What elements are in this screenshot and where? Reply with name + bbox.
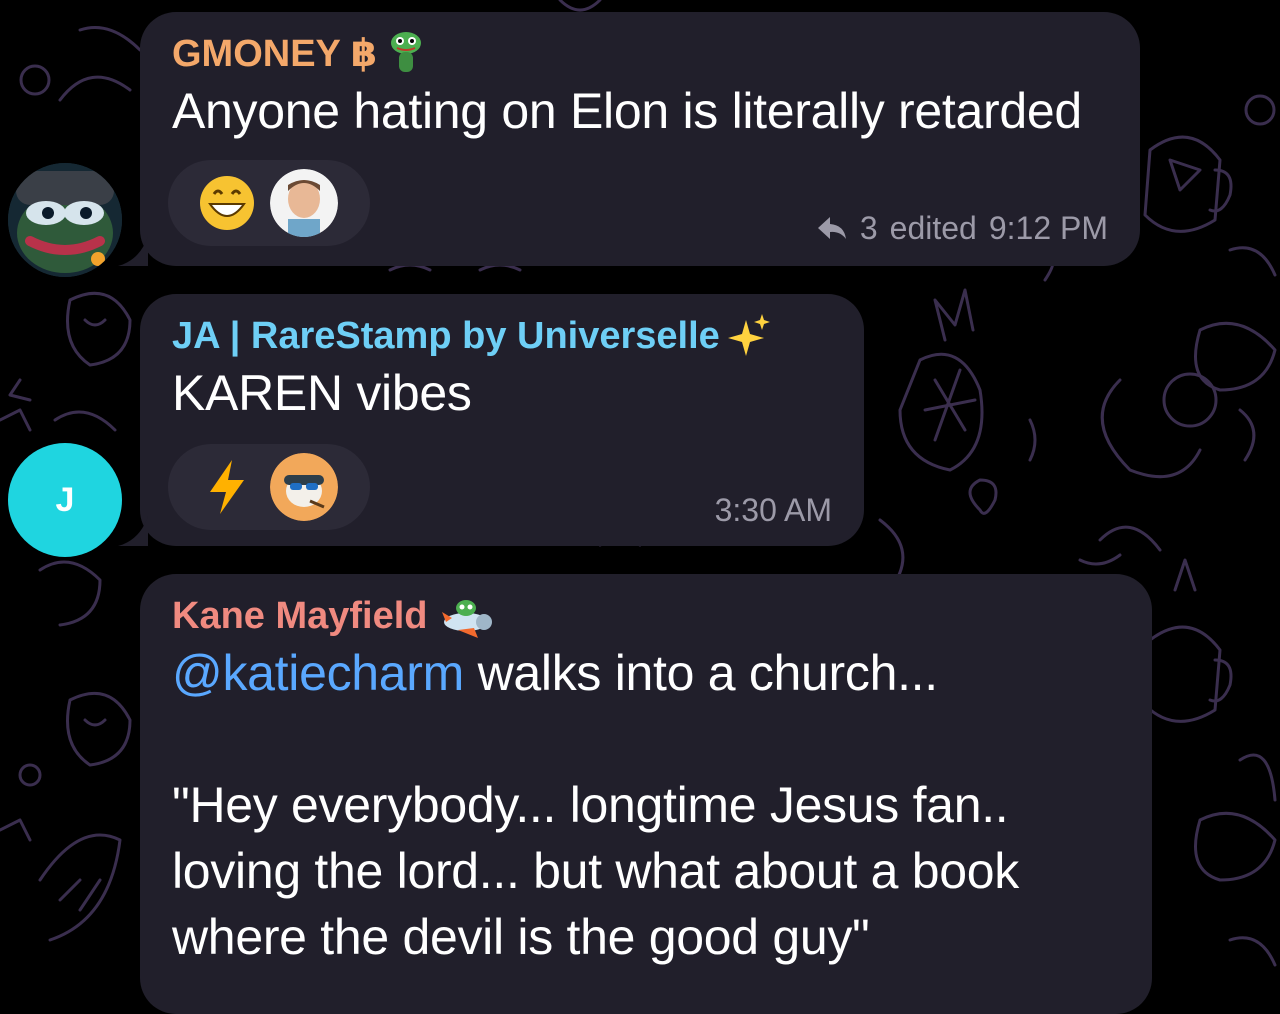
message-text: Anyone hating on Elon is literally retar… [172,83,1082,139]
message-text: KAREN vibes [172,365,472,421]
message-bubble-1[interactable]: GMONEY ฿ Anyone hating on Elon is litera… [118,12,1140,266]
reactions-bar[interactable] [168,444,370,530]
edited-label: edited [889,210,977,246]
message-bubble-2[interactable]: JA | RareStamp by Universelle KAREN vibe… [118,294,864,546]
pepe-avatar-icon [8,163,122,277]
message-text-line: loving the lord... but what about a book [172,843,1019,899]
sender-name[interactable]: JA | RareStamp by Universelle [172,312,832,360]
user-mention-link[interactable]: @katiecharm [172,645,464,701]
reactor-avatar[interactable] [270,453,338,521]
message-text: walks into a church... [464,645,939,701]
sparkles-emoji-icon [727,314,770,356]
sender-name-text: Kane Mayfield [172,595,428,637]
message-time: 3:30 AM [714,492,832,528]
message-text-line: "Hey everybody... longtime Jesus fan.. [172,777,1009,833]
sender-name-text: JA | RareStamp by Universelle [172,315,720,357]
reactions-bar[interactable] [168,160,370,246]
sender-avatar-ja[interactable]: J [8,443,122,557]
sender-name-text: GMONEY ฿ [172,33,378,75]
grinning-face-emoji-icon[interactable] [198,174,256,232]
sender-name[interactable]: GMONEY ฿ [172,30,1108,78]
pepe-plane-emoji-icon [441,600,492,638]
sender-avatar-gmoney[interactable] [8,163,122,277]
message-meta: 3 edited 9:12 PM [816,208,1108,248]
message-meta: 3:30 AM [715,490,832,530]
message-text-line: where the devil is the good guy" [172,909,870,965]
message-time: 9:12 PM [988,210,1108,246]
bubble-tail [118,236,148,266]
reply-count[interactable]: 3 [860,208,878,248]
reactor-avatar[interactable] [270,169,338,237]
sender-name[interactable]: Kane Mayfield [172,592,1120,640]
avatar-letter: J [55,480,75,519]
pepe-emoji-icon [391,32,422,72]
bubble-tail [118,516,148,546]
message-text-line-1: @katiecharm walks into a church... [172,640,1120,706]
lightning-emoji-icon[interactable] [198,458,256,516]
reply-arrow-icon[interactable] [816,215,848,241]
message-bubble-3[interactable]: Kane Mayfield @katiecharm walks into a c… [140,574,1152,1014]
